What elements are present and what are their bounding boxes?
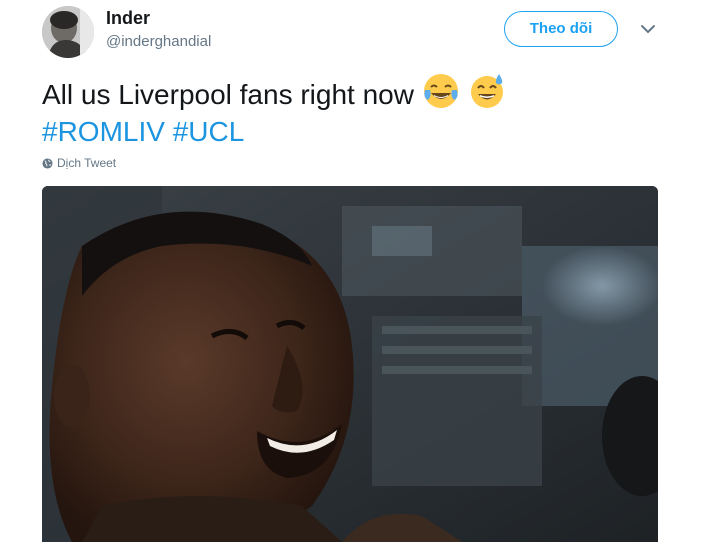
face-with-tears-of-joy-emoji (422, 72, 460, 110)
tweet-media-image[interactable] (42, 186, 658, 542)
follow-button[interactable]: Theo dõi (504, 11, 618, 47)
avatar[interactable] (42, 6, 94, 58)
user-handle[interactable]: @inderghandial (106, 33, 211, 50)
tweet: Inder @inderghandial Theo dõi All us Liv… (0, 0, 702, 542)
chevron-down-icon[interactable] (640, 22, 656, 34)
avatar-image (42, 6, 94, 58)
translate-label: Dịch Tweet (57, 156, 117, 170)
smiling-face-with-sweat-emoji (468, 72, 506, 110)
translate-tweet-link[interactable]: Dịch Tweet (42, 156, 116, 172)
hashtag-link[interactable]: #ROMLIV (42, 116, 165, 147)
tweet-text: All us Liverpool fans right now (42, 79, 414, 110)
globe-icon (42, 158, 53, 172)
media-photo (42, 186, 658, 542)
hashtag-link[interactable]: #UCL (173, 116, 245, 147)
user-name[interactable]: Inder (106, 8, 150, 29)
tweet-text-line: All us Liverpool fans right now (42, 72, 506, 115)
hashtags: #ROMLIV #UCL (42, 112, 244, 152)
